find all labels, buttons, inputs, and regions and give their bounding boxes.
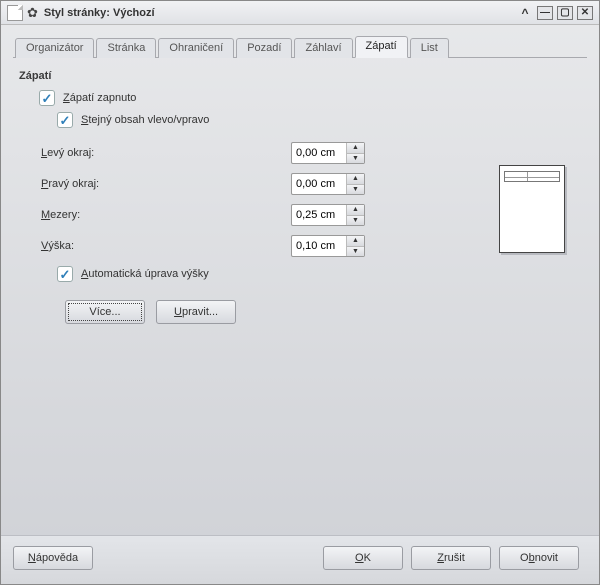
check-icon: ✓ (60, 114, 71, 127)
preview-header-icon (504, 171, 560, 182)
tab-label: Záhlaví (305, 42, 341, 54)
tab-organizer[interactable]: Organizátor (15, 38, 94, 58)
tab-label: Pozadí (247, 42, 281, 54)
cancel-button[interactable]: Zrušit (411, 546, 491, 570)
ok-button[interactable]: OK (323, 546, 403, 570)
left-margin-spinner[interactable]: ▲ ▼ (291, 142, 365, 164)
spinner-buttons: ▲ ▼ (346, 174, 364, 194)
tab-label: List (421, 42, 438, 54)
check-icon: ✓ (60, 268, 71, 281)
spin-up-icon[interactable]: ▲ (347, 236, 364, 246)
right-margin-label: Pravý okraj: (41, 178, 291, 190)
tab-label: Stránka (107, 42, 145, 54)
left-margin-label: Levý okraj: (41, 147, 291, 159)
spacing-input[interactable] (292, 205, 346, 225)
gear-icon: ✿ (27, 5, 38, 21)
right-margin-spinner[interactable]: ▲ ▼ (291, 173, 365, 195)
spinner-buttons: ▲ ▼ (346, 205, 364, 225)
tab-page[interactable]: Stránka (96, 38, 156, 58)
checkbox-footer-on[interactable]: ✓ (39, 90, 55, 106)
checkbox-same-content[interactable]: ✓ (57, 112, 73, 128)
row-left-margin: Levý okraj: ▲ ▼ (41, 142, 581, 164)
dialog-window: ✿ Styl stránky: Výchozí ^ — ▢ ✕ Organizá… (0, 0, 600, 585)
spin-down-icon[interactable]: ▼ (347, 246, 364, 257)
tab-header[interactable]: Záhlaví (294, 38, 352, 58)
tab-footer[interactable]: Zápatí (355, 36, 408, 58)
footer-on-label: Zápatí zapnuto (63, 92, 136, 104)
tab-borders[interactable]: Ohraničení (158, 38, 234, 58)
auto-height-row[interactable]: ✓ Automatická úprava výšky (57, 266, 581, 282)
dialog-footer: Nápověda OK Zrušit Obnovit (1, 535, 599, 584)
spacing-spinner[interactable]: ▲ ▼ (291, 204, 365, 226)
page-preview (499, 165, 565, 253)
help-button[interactable]: Nápověda (13, 546, 93, 570)
same-content-row[interactable]: ✓ Stejný obsah vlevo/vpravo (57, 112, 581, 128)
tab-background[interactable]: Pozadí (236, 38, 292, 58)
spin-down-icon[interactable]: ▼ (347, 184, 364, 195)
window-title: Styl stránky: Výchozí (44, 7, 155, 19)
height-spinner[interactable]: ▲ ▼ (291, 235, 365, 257)
close-button[interactable]: ✕ (577, 6, 593, 20)
same-content-label: Stejný obsah vlevo/vpravo (81, 114, 209, 126)
spacing-label: Mezery: (41, 209, 291, 221)
footer-on-row[interactable]: ✓ Zápatí zapnuto (39, 90, 581, 106)
tab-label: Organizátor (26, 42, 83, 54)
check-icon: ✓ (42, 92, 53, 105)
checkbox-auto-height[interactable]: ✓ (57, 266, 73, 282)
rollup-button[interactable]: ^ (517, 6, 533, 20)
tab-label: Zápatí (366, 40, 397, 52)
auto-height-label: Automatická úprava výšky (81, 268, 209, 280)
tab-strip: Organizátor Stránka Ohraničení Pozadí Zá… (13, 35, 587, 58)
minimize-button[interactable]: — (537, 6, 553, 20)
document-icon (7, 5, 23, 21)
spin-down-icon[interactable]: ▼ (347, 215, 364, 226)
spin-up-icon[interactable]: ▲ (347, 174, 364, 184)
spin-down-icon[interactable]: ▼ (347, 153, 364, 164)
height-input[interactable] (292, 236, 346, 256)
maximize-button[interactable]: ▢ (557, 6, 573, 20)
footer-panel: Zápatí ✓ Zápatí zapnuto ✓ Stejný obsah v… (13, 58, 587, 527)
height-label: Výška: (41, 240, 291, 252)
tab-sheet[interactable]: List (410, 38, 449, 58)
tab-label: Ohraničení (169, 42, 223, 54)
spin-up-icon[interactable]: ▲ (347, 205, 364, 215)
work-area: Organizátor Stránka Ohraničení Pozadí Zá… (1, 25, 599, 535)
spin-up-icon[interactable]: ▲ (347, 143, 364, 153)
right-margin-input[interactable] (292, 174, 346, 194)
spinner-buttons: ▲ ▼ (346, 236, 364, 256)
more-button[interactable]: Více... (65, 300, 145, 324)
edit-button[interactable]: Upravit... (156, 300, 236, 324)
reset-button[interactable]: Obnovit (499, 546, 579, 570)
left-margin-input[interactable] (292, 143, 346, 163)
spinner-buttons: ▲ ▼ (346, 143, 364, 163)
panel-buttons: Více... Upravit... (65, 300, 581, 324)
titlebar: ✿ Styl stránky: Výchozí ^ — ▢ ✕ (1, 1, 599, 25)
section-title: Zápatí (19, 70, 581, 82)
